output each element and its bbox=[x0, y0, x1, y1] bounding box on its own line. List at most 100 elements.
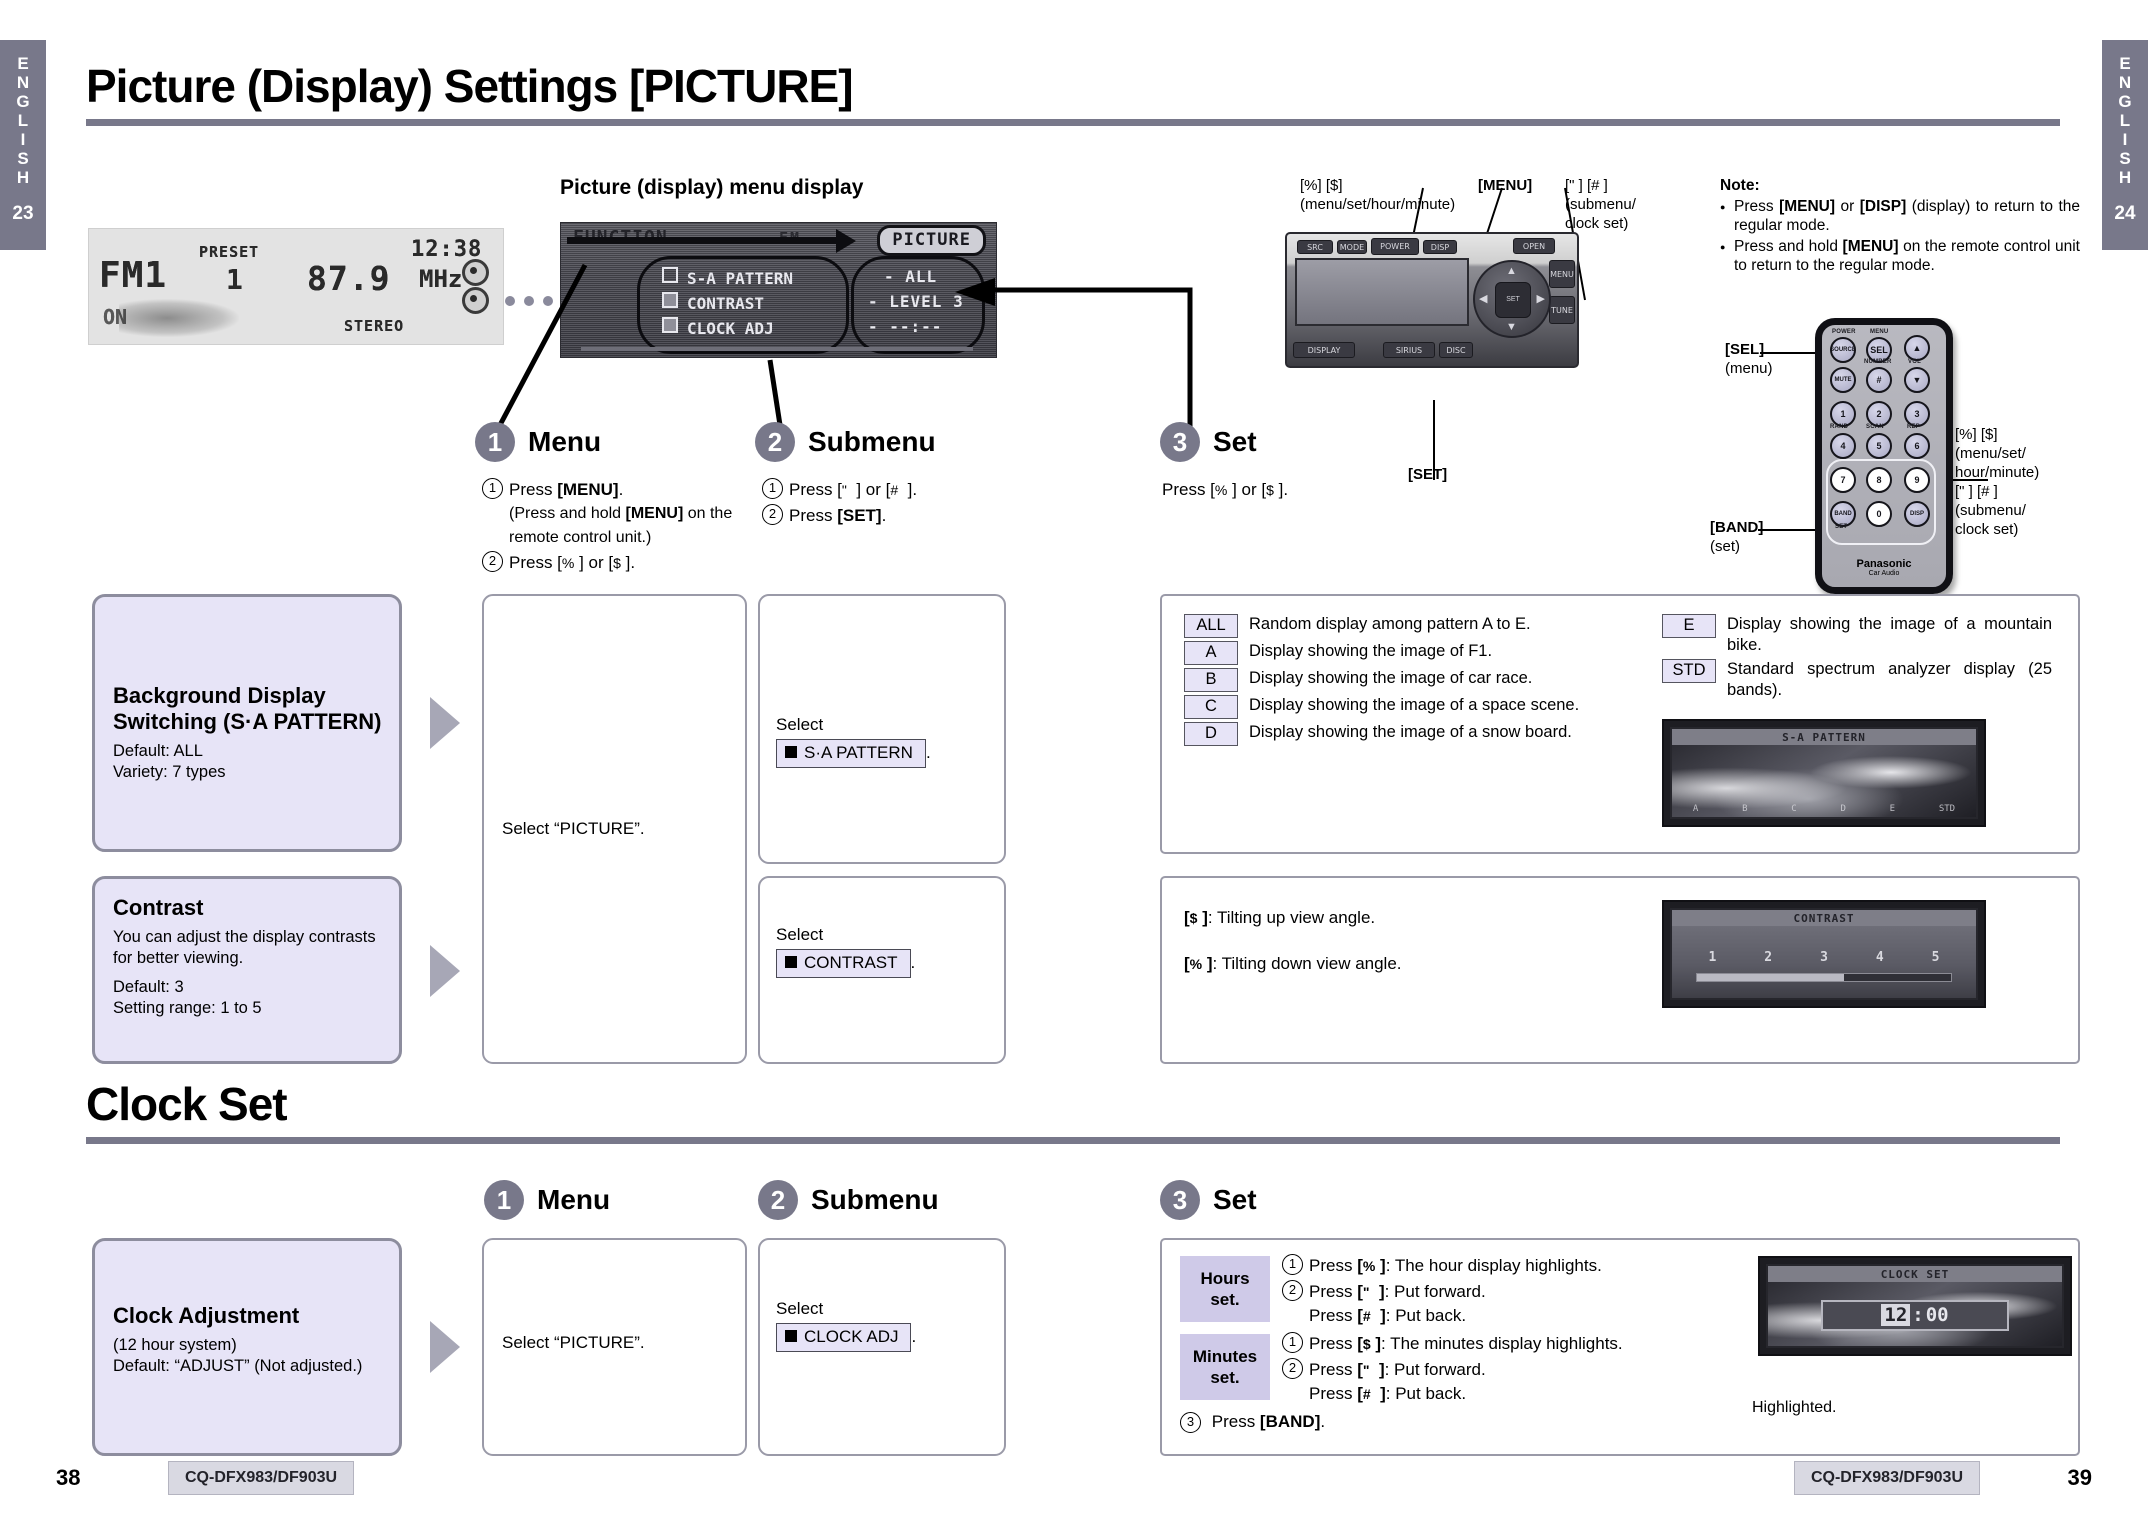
menu-value-sa-pattern: - ALL bbox=[884, 267, 938, 286]
clock-minutes-badge-l2: set. bbox=[1210, 1368, 1240, 1387]
arrow-right-icon-2 bbox=[430, 945, 460, 997]
callout-remote-keys-l5: (submenu/ bbox=[1955, 502, 2026, 519]
remote-brand: Panasonic Car Audio bbox=[1822, 558, 1946, 577]
spec-desc-std: Standard spectrum analyzer display (25 b… bbox=[1727, 660, 2052, 699]
circled-number-2-icon: 2 bbox=[1282, 1358, 1303, 1379]
clock-minutes-line-1-text: Press [$ ]: The minutes display highligh… bbox=[1309, 1334, 1623, 1353]
head-unit-set-button: SET bbox=[1495, 282, 1531, 318]
spec-panel-contrast: [$ ]: Tilting up view angle. [% ]: Tilti… bbox=[1160, 876, 2080, 1064]
remote-control: POWER MENU SOURCE SEL ▲ VOL NUMBER MUTE … bbox=[1815, 318, 1953, 594]
remote-key-disp[interactable]: DISP bbox=[1904, 501, 1930, 527]
side-tab-right-page: 24 bbox=[2114, 203, 2136, 224]
thumbnail-contrast-inner: CONTRAST 1 2 3 4 5 bbox=[1670, 908, 1978, 1000]
panel-select-picture-2: Select “PICTURE”. bbox=[482, 1238, 747, 1456]
remote-key-8[interactable]: 8 bbox=[1866, 467, 1892, 493]
chip-contrast[interactable]: CONTRAST bbox=[776, 949, 911, 978]
clock-title: Clock Set bbox=[86, 1078, 288, 1130]
menu-item-clock-adj[interactable]: CLOCK ADJ bbox=[662, 317, 774, 338]
lcd-band: FM1 bbox=[99, 255, 168, 296]
callout-remote-band-key: [BAND] bbox=[1710, 519, 1764, 536]
model-box-right: CQ-DFX983/DF903U bbox=[1793, 1461, 1980, 1495]
head-unit-button-mode: MODE bbox=[1337, 240, 1367, 254]
contrast-scale: 1 2 3 4 5 bbox=[1708, 948, 1939, 968]
filled-square-icon bbox=[785, 746, 797, 758]
chevron-left-icon: ◀ bbox=[1479, 293, 1488, 305]
contrast-spec-line-2: [% ]: Tilting down view angle. bbox=[1184, 954, 1402, 973]
chip-clock-adj[interactable]: CLOCK ADJ bbox=[776, 1323, 912, 1352]
contrast-spec-line-1: [$ ]: Tilting up view angle. bbox=[1184, 908, 1376, 927]
info-box-clock-system: (12 hour system) bbox=[113, 1336, 237, 1354]
code-b: B bbox=[1184, 668, 1238, 692]
remote-key-vol-up[interactable]: ▲ bbox=[1904, 335, 1930, 361]
lcd-indicator-dot-1 bbox=[462, 259, 489, 286]
callout-submenu-keys-desc: (submenu/ clock set) bbox=[1565, 196, 1636, 232]
head-unit-button-power: POWER bbox=[1371, 238, 1419, 255]
circled-number-2-icon: 2 bbox=[482, 551, 503, 572]
clock-hours-badge-l2: set. bbox=[1210, 1290, 1240, 1309]
note-title: Note: bbox=[1720, 177, 1760, 194]
step-submenu-header: 2 Submenu bbox=[755, 422, 936, 462]
contrast-level-bar bbox=[1696, 973, 1952, 983]
callout-menu: [MENU] bbox=[1478, 177, 1533, 194]
callout-volume-keys: [%] [$] (menu/set/hour/minute) bbox=[1300, 176, 1455, 214]
chevron-down-icon: ▼ bbox=[1506, 321, 1517, 333]
manual-page: ENGLISH 23 ENGLISH 24 Picture (Display) … bbox=[0, 0, 2148, 1517]
step-menu-number: 1 bbox=[475, 422, 515, 462]
remote-key-0[interactable]: 0 bbox=[1866, 501, 1892, 527]
code-std: STD bbox=[1662, 659, 1716, 683]
callout-set: [SET] bbox=[1408, 466, 1448, 483]
menu-item-contrast[interactable]: CONTRAST bbox=[662, 292, 764, 313]
head-unit-button-disc: DISC bbox=[1439, 342, 1473, 358]
clock-hours-line-2-text: Press [" ]: Put forward. Press [# ]: Put … bbox=[1309, 1282, 1486, 1325]
spec-row-d: D Display showing the image of a snow bo… bbox=[1184, 722, 1634, 746]
step-submenu-line-1: 1 Press [" ] or [# ]. bbox=[762, 478, 1002, 502]
step-clock-submenu-number: 2 bbox=[758, 1180, 798, 1220]
menu-item-sa-pattern-label: S-A PATTERN bbox=[687, 269, 793, 288]
remote-key-6[interactable]: 6 bbox=[1904, 433, 1930, 459]
remote-label-vol: VOL bbox=[1908, 359, 1921, 365]
clock-hours-badge-l1: Hours bbox=[1200, 1269, 1250, 1288]
step-menu-label: Menu bbox=[528, 426, 602, 457]
clock-final-step-text: Press [BAND]. bbox=[1211, 1412, 1326, 1431]
remote-key-vol-down[interactable]: ▼ bbox=[1904, 367, 1930, 393]
lcd-indicator-dot-2 bbox=[462, 287, 489, 314]
clock-minutes-instructions: 1 Press [$ ]: The minutes display highli… bbox=[1282, 1332, 1742, 1408]
remote-label-menu: MENU bbox=[1870, 329, 1889, 335]
menu-footer-bar bbox=[581, 347, 973, 351]
remote-key-7[interactable]: 7 bbox=[1830, 467, 1856, 493]
thumb-foot-e: E bbox=[1889, 803, 1896, 814]
info-box-contrast-desc: You can adjust the display contrasts for… bbox=[113, 928, 376, 967]
thumbnail-contrast-title: CONTRAST bbox=[1672, 910, 1976, 926]
menu-item-sa-pattern[interactable]: S-A PATTERN bbox=[662, 267, 793, 288]
clock-hours-line-1-text: Press [% ]: The hour display highlights. bbox=[1309, 1256, 1602, 1275]
step-clock-menu-label: Menu bbox=[537, 1184, 611, 1215]
remote-label-scan: SCAN bbox=[1866, 424, 1884, 430]
callout-remote-keys-l2: (menu/set/ bbox=[1955, 445, 2026, 462]
remote-key-9[interactable]: 9 bbox=[1904, 467, 1930, 493]
step-clock-set-label: Set bbox=[1213, 1184, 1257, 1215]
menu-picture-tab[interactable]: PICTURE bbox=[877, 225, 986, 256]
clock-minutes-value: 00 bbox=[1925, 1304, 1949, 1327]
remote-label-number: NUMBER bbox=[1864, 359, 1892, 365]
head-unit-dpad: SET ▲ ▼ ◀ ▶ bbox=[1473, 260, 1551, 338]
remote-key-4[interactable]: 4 bbox=[1830, 433, 1856, 459]
info-box-clock-default: Default: “ADJUST” (Not adjusted.) bbox=[113, 1357, 363, 1375]
spec-row-a: A Display showing the image of F1. bbox=[1184, 641, 1634, 665]
lcd-preset-label: PRESET bbox=[199, 243, 260, 261]
chip-contrast-period: . bbox=[910, 953, 916, 972]
remote-key-5[interactable]: 5 bbox=[1866, 433, 1892, 459]
note-block: Note: Press [MENU] or [DISP] (display) t… bbox=[1720, 176, 2080, 277]
clock-final-step: 3 Press [BAND]. bbox=[1180, 1412, 1325, 1433]
remote-key-hash[interactable]: # bbox=[1866, 367, 1892, 393]
chevron-right-icon: ▶ bbox=[1536, 293, 1545, 305]
panel-select-picture-2-text: Select “PICTURE”. bbox=[502, 1333, 645, 1352]
clock-hours-instructions: 1 Press [% ]: The hour display highlight… bbox=[1282, 1254, 1722, 1330]
remote-key-mute[interactable]: MUTE bbox=[1830, 367, 1856, 393]
spec-row-all: ALL Random display among pattern A to E. bbox=[1184, 614, 1634, 638]
menu-item-contrast-label: CONTRAST bbox=[687, 294, 765, 313]
contrast-scale-4: 4 bbox=[1875, 950, 1884, 966]
spec-desc-e: Display showing the image of a mountain … bbox=[1727, 615, 2052, 654]
panel-select-picture-1-text: Select “PICTURE”. bbox=[502, 819, 645, 838]
chip-sa-pattern[interactable]: S·A PATTERN bbox=[776, 739, 926, 768]
remote-key-source[interactable]: SOURCE bbox=[1830, 337, 1856, 363]
